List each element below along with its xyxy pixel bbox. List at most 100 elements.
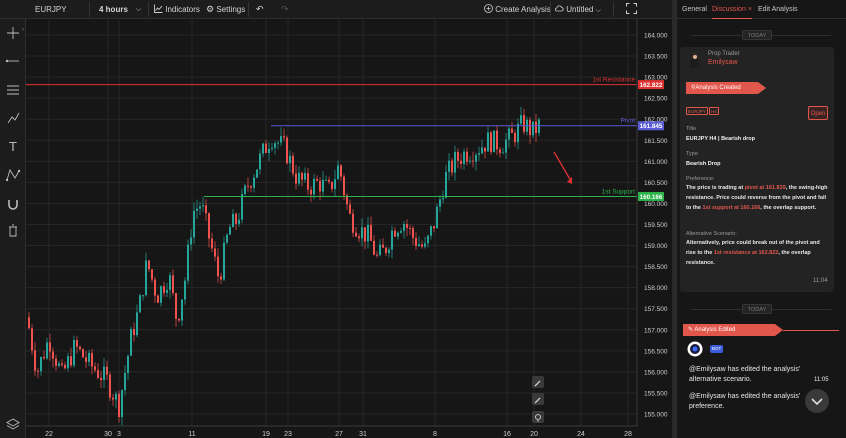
candle-body [445,171,447,198]
chart-toolbar: EURJPY 4 hours ⌵ Indicators ⚙ Settings ↶… [0,0,672,19]
tag-underline [783,330,839,331]
cloud-icon [555,5,564,12]
fullscreen-icon[interactable] [626,0,637,19]
candle-body [514,132,516,143]
candle-body [535,121,537,133]
divider [613,2,614,17]
candle-body [202,205,204,207]
trend-line-icon[interactable] [4,52,22,70]
edit-icon[interactable] [532,393,544,405]
undo-icon[interactable]: ↶ [256,0,264,19]
candle-body [199,206,201,209]
candle-body [460,160,462,164]
candle-body [43,357,45,359]
candle-body [313,178,315,195]
preference-label: Preference: [686,176,715,182]
level-price-label: 162.822 [640,82,663,89]
scroll-down-button[interactable] [805,389,829,413]
layout-menu[interactable]: Untitled ⌵ [555,0,601,19]
redo-icon[interactable]: ↷ [281,0,289,19]
horizontal-lines-icon[interactable] [4,81,22,99]
candle-body [298,172,300,184]
magnet-icon[interactable] [4,195,22,213]
indicators-button[interactable]: Indicators [154,0,200,19]
candle-body [370,224,372,241]
candle-body [232,213,234,228]
candle-body [145,260,147,296]
drawing-toolbar: › T [0,19,26,438]
candle-body [67,356,69,369]
level-label: Pivot [621,118,636,125]
price-tick-label: 162.000 [644,117,668,124]
chart-canvas[interactable]: 1st Resistance 162.822 Pivot 161.845 1st Sup… [26,19,672,438]
layers-icon[interactable] [4,415,22,433]
candle-body [37,370,39,372]
level-price-label: 161.845 [640,123,663,130]
candle-body [472,160,474,162]
trash-icon[interactable] [4,222,22,240]
candle-body [421,244,423,247]
candle-body [157,295,159,303]
candle-body [511,128,513,133]
candle-body [163,286,165,293]
candle-body [274,143,276,148]
candle-body [46,342,48,359]
candle-body [319,180,321,192]
candle-body [235,213,237,224]
layout-name: Untitled [566,5,594,14]
candle-body [169,275,171,290]
pencil-icon[interactable] [532,376,544,388]
candle-body [517,123,519,143]
chevron-down-icon[interactable]: ⌵ [136,0,141,19]
expand-arrow-icon[interactable]: › [22,27,24,33]
close-icon[interactable]: × [748,6,752,13]
candle-body [196,208,198,211]
bot-badge: BOT [710,345,724,353]
tab-general[interactable]: General [682,0,707,19]
price-tick-label: 158.500 [644,264,668,271]
candle-body [49,342,51,352]
price-tick-label: 160.500 [644,180,668,187]
price-chart[interactable]: 1st Resistance 162.822 Pivot 161.845 1st Sup… [26,19,672,438]
symbol-label[interactable]: EURJPY [35,0,67,19]
candle-body [316,178,318,181]
indicators-label: Indicators [165,5,200,14]
tab-edit-analysis[interactable]: Edit Analysis [758,0,798,19]
divider [248,2,249,17]
candle-body [175,293,177,319]
candle-body [82,349,84,358]
candle-body [31,328,33,351]
avatar [688,52,702,68]
time-tick-label: 20 [530,431,538,438]
settings-label: Settings [216,5,246,14]
brush-icon[interactable] [4,109,22,127]
pattern-icon[interactable] [4,166,22,184]
type-value: Bearish Drop [686,161,721,167]
bulb-icon[interactable] [532,411,544,423]
candle-body [349,204,351,214]
candle-body [151,269,153,280]
tab-discussion[interactable]: Discussion × [712,0,752,19]
panel-tabs: General Discussion × Edit Analysis [677,0,846,19]
candle-body [139,295,141,313]
text-tool-icon[interactable]: T [4,138,22,156]
author-name[interactable]: Emilysaw [708,59,738,66]
candle-body [367,224,369,242]
time-tick-label: 24 [577,431,585,438]
analysis-created-label: Analysis Created [695,85,741,91]
candle-body [412,228,414,238]
candle-body [178,318,180,321]
interval-selector[interactable]: 4 hours [99,0,128,19]
candle-body [79,346,81,350]
crosshair-icon[interactable] [4,24,22,42]
candle-body [226,234,228,243]
candle-body [529,119,531,136]
message-timestamp: 11:05 [814,377,829,383]
create-analysis-button[interactable]: Create Analysis [484,0,551,19]
gear-icon: ⚙ [206,4,215,14]
settings-button[interactable]: ⚙ Settings [206,0,245,19]
candle-body [241,194,243,220]
price-tick-label: 161.500 [644,138,668,145]
candle-body [229,227,231,235]
open-button[interactable]: Open [808,106,828,120]
